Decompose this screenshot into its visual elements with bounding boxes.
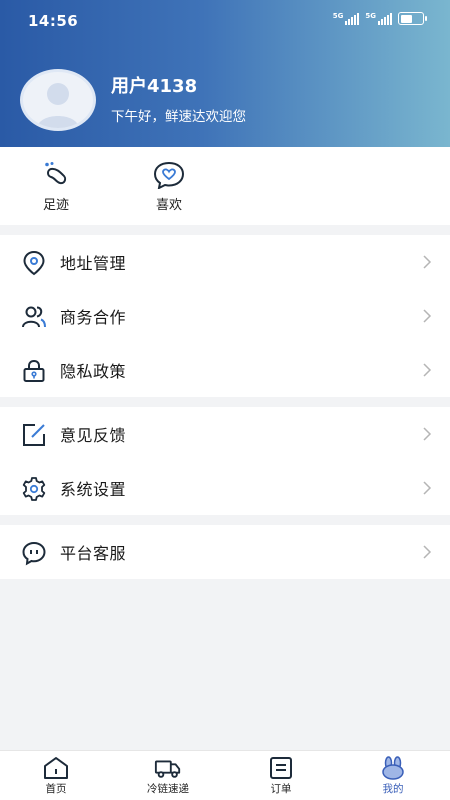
chevron-right-icon (423, 309, 432, 323)
menu-item-feedback[interactable]: 意见反馈 (0, 407, 450, 461)
truck-icon (154, 760, 181, 778)
menu-card-support: 平台客服 (0, 525, 450, 579)
quick-actions: 足迹 喜欢 (0, 147, 450, 225)
menu-card-account: 地址管理 商务合作 隐私政策 (0, 235, 450, 397)
network-type-label: 5G (332, 12, 344, 20)
menu-item-business[interactable]: 商务合作 (0, 289, 450, 343)
status-indicators: 5G 5G (333, 12, 427, 25)
battery-icon (398, 12, 427, 25)
footprint-icon (45, 162, 67, 185)
bottom-tab-bar: 首页 冷链速递 订单 我的 (0, 750, 450, 800)
home-icon (44, 757, 68, 779)
menu-item-label: 地址管理 (60, 254, 127, 273)
tab-label: 订单 (270, 783, 292, 795)
tab-cold-chain[interactable]: 冷链速递 (128, 756, 208, 796)
tab-mine[interactable]: 我的 (353, 756, 433, 796)
quick-action-label: 喜欢 (155, 198, 182, 213)
chevron-right-icon (423, 427, 432, 441)
menu-item-label: 意见反馈 (60, 426, 127, 445)
signal-icon: 5G (333, 12, 360, 25)
avatar[interactable] (20, 69, 96, 131)
network-type-label: 5G (365, 12, 376, 20)
chevron-right-icon (423, 255, 432, 269)
chat-bubble-icon (22, 541, 46, 566)
gear-icon (22, 477, 46, 501)
favorites-button[interactable]: 喜欢 (139, 161, 199, 213)
tab-orders[interactable]: 订单 (241, 756, 321, 796)
signal-icon: 5G (365, 12, 392, 25)
tab-home[interactable]: 首页 (16, 756, 96, 796)
heart-chat-icon (153, 161, 185, 189)
tab-label: 首页 (45, 783, 67, 795)
chevron-right-icon (423, 363, 432, 377)
menu-item-label: 系统设置 (60, 480, 127, 499)
menu-item-settings[interactable]: 系统设置 (0, 461, 450, 515)
profile-header: 14:56 5G 5G 用户4138 下午好，鲜速达欢迎您 (0, 0, 450, 147)
profile-bunny-icon (382, 756, 404, 780)
feedback-edit-icon (23, 424, 45, 446)
menu-item-label: 隐私政策 (60, 362, 127, 381)
default-avatar-icon (37, 83, 79, 128)
tab-label: 冷链速递 (147, 783, 189, 795)
greeting-text: 下午好，鲜速达欢迎您 (111, 109, 246, 125)
location-pin-icon (23, 250, 45, 276)
menu-item-customer-service[interactable]: 平台客服 (0, 525, 450, 579)
chevron-right-icon (423, 545, 432, 559)
lock-icon (23, 359, 45, 382)
menu-item-label: 平台客服 (60, 544, 127, 563)
menu-item-label: 商务合作 (60, 308, 127, 327)
chevron-right-icon (423, 481, 432, 495)
menu-item-privacy[interactable]: 隐私政策 (0, 343, 450, 397)
user-name[interactable]: 用户4138 (111, 72, 197, 98)
people-icon (22, 306, 46, 328)
tab-label: 我的 (382, 783, 404, 795)
quick-action-label: 足迹 (42, 198, 69, 213)
status-time: 14:56 (28, 12, 79, 30)
order-list-icon (270, 757, 292, 779)
footprint-button[interactable]: 足迹 (26, 161, 86, 213)
menu-item-address[interactable]: 地址管理 (0, 235, 450, 289)
status-bar: 14:56 5G 5G (0, 0, 450, 40)
menu-card-system: 意见反馈 系统设置 (0, 407, 450, 515)
